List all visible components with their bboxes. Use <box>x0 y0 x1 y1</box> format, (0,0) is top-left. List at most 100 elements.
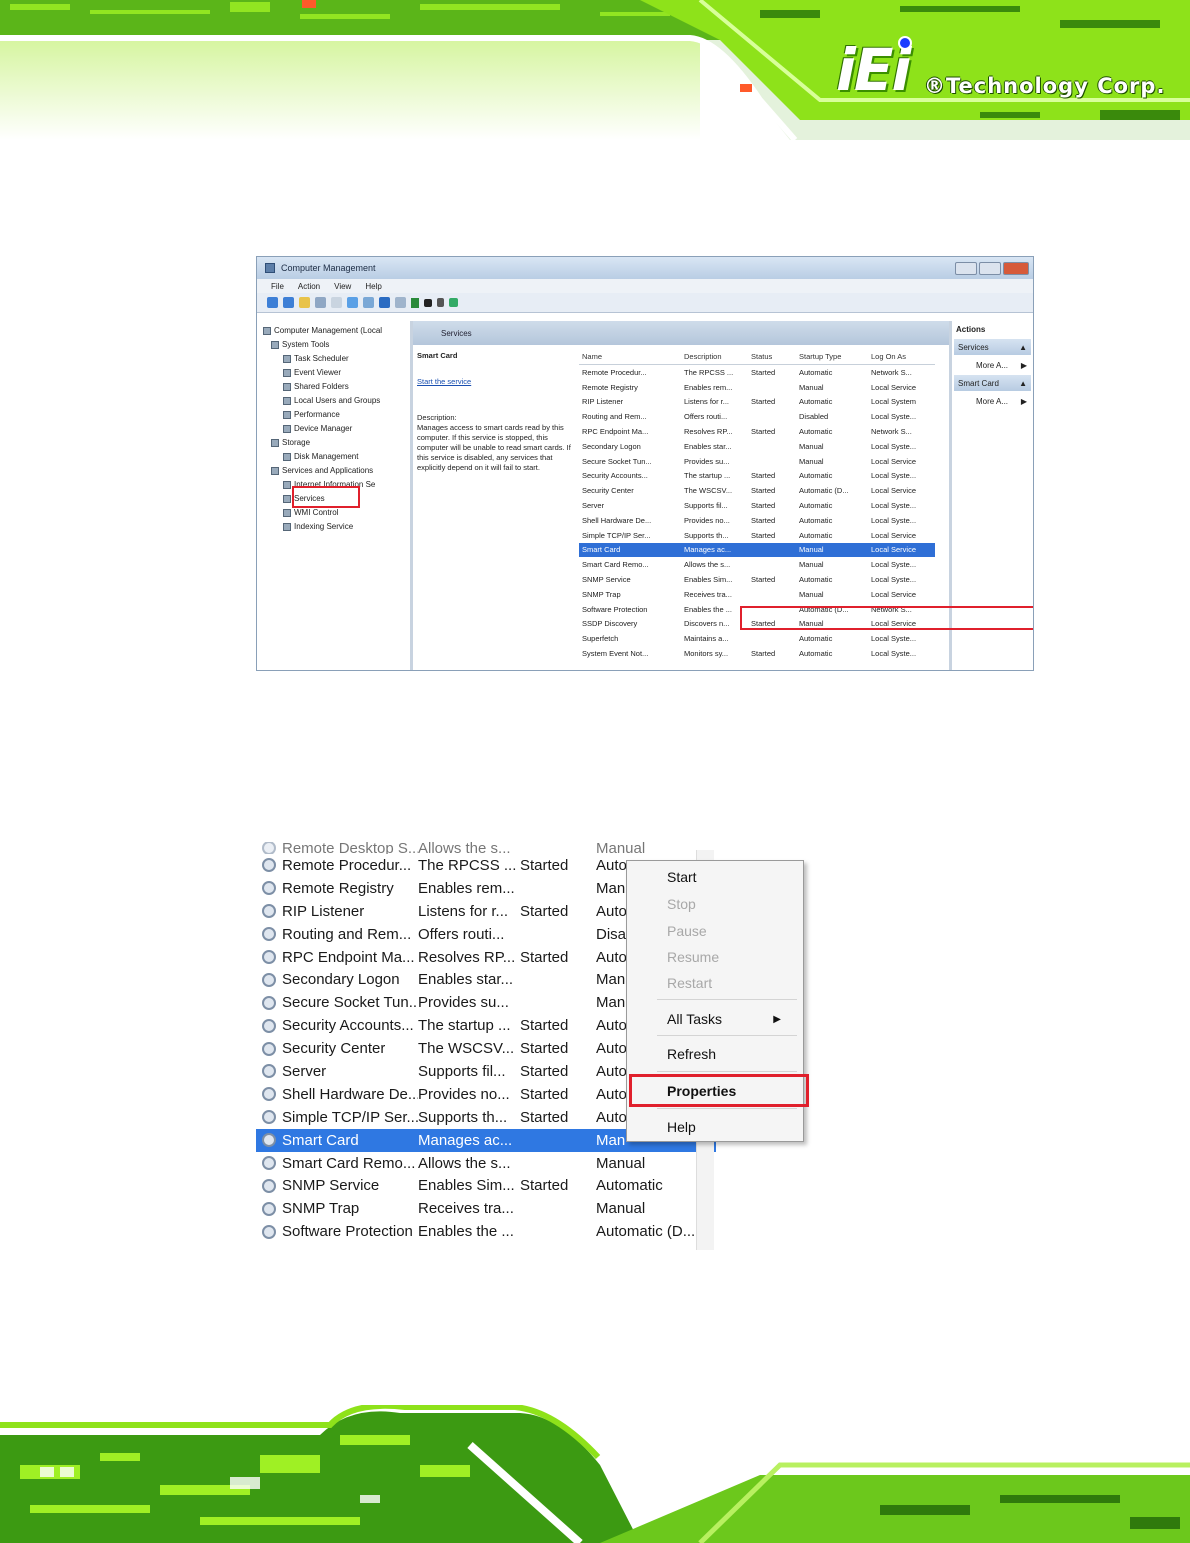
tree-item-label: Services and Applications <box>282 466 374 475</box>
table-row[interactable]: Routing and Rem... Offers routi... Disable… <box>579 409 935 424</box>
back-icon[interactable] <box>267 297 278 308</box>
more-actions-label: More A... <box>976 396 1009 406</box>
tree-item-label: Event Viewer <box>294 368 341 377</box>
column-header[interactable]: Description <box>681 352 748 361</box>
forward-icon[interactable] <box>283 297 294 308</box>
tree-item[interactable]: Shared Folders <box>263 380 410 394</box>
table-row[interactable]: Secure Socket Tun... Provides su... Manual… <box>579 454 935 469</box>
table-cell: Manual <box>799 560 824 570</box>
table-row[interactable]: Secondary Logon Enables star... Manual Loca… <box>579 439 935 454</box>
table-row[interactable]: Security Center The WSCSV... Started Automa… <box>579 483 935 498</box>
table-row[interactable]: Superfetch Maintains a... Automatic Local S… <box>579 631 935 646</box>
service-name: Smart Card <box>282 1131 359 1149</box>
table-row[interactable]: Smart Card Remo... Allows the s... Manual L… <box>579 557 935 572</box>
service-name-cell: RPC Endpoint Ma... <box>256 949 418 966</box>
menu-start[interactable]: Start <box>667 869 697 885</box>
minimize-button[interactable] <box>955 261 977 275</box>
table-cell: Local Syste... <box>871 560 917 570</box>
restart-icon[interactable] <box>449 298 458 307</box>
table-cell: Network S... <box>871 427 912 437</box>
column-header[interactable]: Startup Type <box>796 352 868 361</box>
menu-item-help[interactable]: Help <box>365 282 381 291</box>
tree-item[interactable]: WMI Control <box>263 506 410 520</box>
menu-restart: Restart <box>667 975 713 991</box>
list-item[interactable]: Remote Desktop S... Allows the s... Manual <box>256 842 716 854</box>
table-row[interactable]: Remote Registry Enables rem... Manual Local… <box>579 380 935 395</box>
tree-item-label: Device Manager <box>294 424 353 433</box>
table-row[interactable]: RPC Endpoint Ma... Resolves RP... Started A… <box>579 424 935 439</box>
table-row[interactable]: System Event Not... Monitors sy... Started… <box>579 646 935 661</box>
tree-item[interactable]: Disk Management <box>263 450 410 464</box>
tree-item[interactable]: System Tools <box>263 338 410 352</box>
menu-item-view[interactable]: View <box>334 282 351 291</box>
tree-node-icon <box>283 453 291 461</box>
services-pane-header: Services <box>413 321 949 345</box>
window-titlebar[interactable]: Computer Management <box>257 257 1033 279</box>
list-item[interactable]: Software Protection Enables the ... Automa… <box>256 1220 716 1243</box>
export-icon[interactable] <box>331 297 342 308</box>
service-name-cell: Routing and Rem... <box>256 926 418 943</box>
stop-icon[interactable] <box>424 298 432 307</box>
pause-icon[interactable] <box>437 298 444 307</box>
tree-item-label: Storage <box>282 438 311 447</box>
table-row[interactable]: Server Supports fil... Started Automatic Loc… <box>579 498 935 513</box>
table-row[interactable]: Security Accounts... The startup ... Start… <box>579 469 935 484</box>
tree-item[interactable]: Event Viewer <box>263 366 410 380</box>
table-cell: RPC Endpoint Ma... <box>582 427 649 437</box>
tree-item[interactable]: Task Scheduler <box>263 352 410 366</box>
menu-help[interactable]: Help <box>667 1119 696 1135</box>
menu-item-action[interactable]: Action <box>298 282 320 291</box>
list-item[interactable]: SNMP Service Enables Sim... Started Automat… <box>256 1174 716 1197</box>
column-header[interactable]: Name <box>579 352 681 361</box>
service-gear-icon <box>262 950 276 964</box>
actions-section[interactable]: Smart Card ▲ <box>954 375 1031 391</box>
properties-icon[interactable] <box>379 297 390 308</box>
console-tree-icon[interactable] <box>315 297 326 308</box>
menu-item-file[interactable]: File <box>271 282 284 291</box>
all-tasks-label: All Tasks <box>667 1011 722 1027</box>
tree-item[interactable]: Local Users and Groups <box>263 394 410 408</box>
table-cell: Automatic <box>799 471 833 481</box>
tree-item[interactable]: Services and Applications <box>263 464 410 478</box>
table-row[interactable]: Shell Hardware De... Provides no... Starte… <box>579 513 935 528</box>
column-header[interactable]: Status <box>748 352 796 361</box>
submenu-arrow-icon: ▶ <box>1020 360 1027 370</box>
help-icon[interactable] <box>363 297 374 308</box>
service-name-cell: Remote Desktop S... <box>256 842 418 854</box>
folder-icon[interactable] <box>299 297 310 308</box>
manual-page: iEi ®Technology Corp. Computer Managemen… <box>0 0 1190 1543</box>
tree-item[interactable]: Device Manager <box>263 422 410 436</box>
table-row[interactable]: Remote Procedur... The RPCSS ... Started Au… <box>579 365 935 380</box>
list-item[interactable]: Smart Card Remo... Allows the s... Manual <box>256 1152 716 1175</box>
table-cell: Manual <box>799 456 824 466</box>
list-cell: Allows the s... <box>418 842 511 854</box>
maximize-button[interactable] <box>979 261 1001 275</box>
tree-item[interactable]: Performance <box>263 408 410 422</box>
tree-item[interactable]: Computer Management (Local <box>263 324 410 338</box>
table-row[interactable]: SNMP Service Enables Sim... Started Automat… <box>579 572 935 587</box>
view-icon[interactable] <box>395 297 406 308</box>
menu-all-tasks[interactable]: All Tasks ▶ <box>667 1011 793 1027</box>
table-cell: Automatic <box>799 649 833 659</box>
service-name-cell: Smart Card Remo... <box>256 1155 418 1172</box>
table-cell: Started <box>751 427 776 437</box>
table-cell: Automatic (D... <box>799 486 849 496</box>
close-button[interactable] <box>1003 261 1029 275</box>
more-actions-item[interactable]: More A... ▶ <box>952 357 1033 373</box>
more-actions-item[interactable]: More A... ▶ <box>952 393 1033 409</box>
refresh-icon[interactable] <box>347 297 358 308</box>
tree-item[interactable]: Indexing Service <box>263 520 410 534</box>
list-cell: Offers routi... <box>418 925 505 943</box>
table-row[interactable]: Simple TCP/IP Ser... Supports th... Starte… <box>579 528 935 543</box>
play-icon[interactable] <box>411 297 419 308</box>
table-row[interactable]: RIP Listener Listens for r... Started Autom… <box>579 395 935 410</box>
column-header[interactable]: Log On As <box>868 352 935 361</box>
actions-section[interactable]: Services ▲ <box>954 339 1031 355</box>
list-item[interactable]: SNMP Trap Receives tra... Manual <box>256 1197 716 1220</box>
list-cell: Provides su... <box>418 994 509 1012</box>
tree-item[interactable]: Storage <box>263 436 410 450</box>
menu-refresh[interactable]: Refresh <box>667 1046 716 1062</box>
start-service-link[interactable]: Start the service <box>417 377 575 387</box>
table-row[interactable]: SNMP Trap Receives tra... Manual Local Serv… <box>579 587 935 602</box>
table-row[interactable]: Smart Card Manages ac... Manual Local Servi… <box>579 542 935 558</box>
